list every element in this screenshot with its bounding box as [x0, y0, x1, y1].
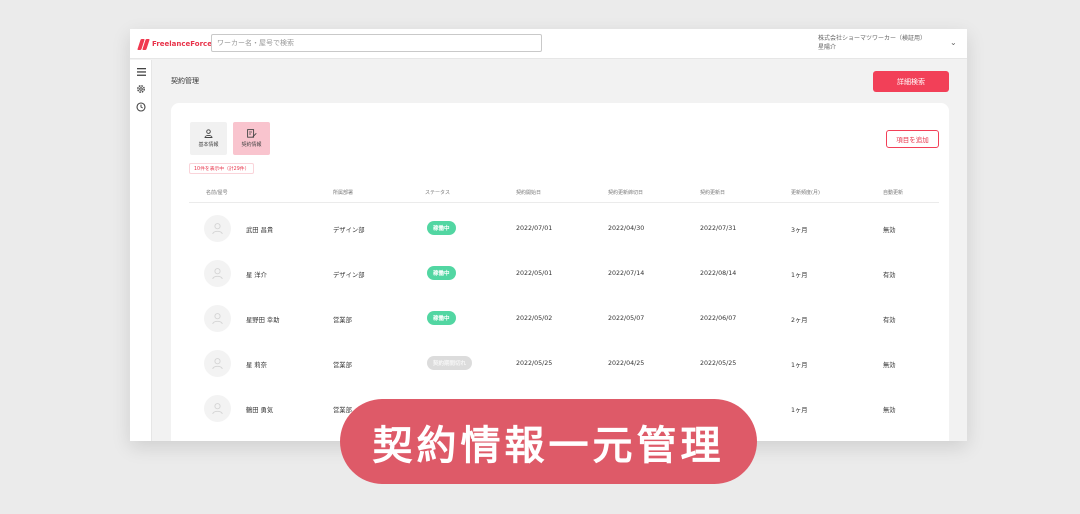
sidebar — [130, 60, 152, 441]
status-badge: 契約期間切れ — [427, 356, 473, 370]
person-icon — [212, 403, 223, 415]
table-row[interactable]: 星 莉奈 営業部 契約期間切れ 2022/05/25 2022/04/25 20… — [189, 343, 939, 388]
logo-text: FreelanceForce — [152, 40, 212, 48]
department: 営業部 — [333, 317, 352, 324]
table-row[interactable]: 星野田 幸助 営業部 稼働中 2022/05/02 2022/05/07 202… — [189, 298, 939, 343]
logo-mark-icon — [137, 38, 150, 50]
status-badge: 稼働中 — [427, 266, 456, 280]
tab-contract-label: 契約情報 — [241, 142, 262, 148]
page-title: 契約管理 — [171, 77, 199, 85]
column-header-auto-renew[interactable]: 自動更新 — [883, 189, 903, 196]
person-icon — [204, 129, 213, 138]
department: デザイン部 — [333, 272, 365, 279]
renewal-frequency: 1ヶ月 — [791, 407, 808, 414]
person-icon — [212, 358, 223, 370]
result-count-badge: 10件を表示中（計29件） — [189, 163, 255, 174]
department: 営業部 — [333, 362, 352, 369]
start-date: 2022/05/25 — [516, 360, 553, 367]
auto-renew: 無効 — [883, 407, 896, 414]
renewal-date: 2022/07/31 — [700, 225, 737, 232]
status-badge: 稼働中 — [427, 311, 456, 325]
auto-renew: 無効 — [883, 362, 896, 369]
add-item-button[interactable]: 項目を追加 — [886, 130, 939, 148]
tab-contract-info[interactable]: 契約情報 — [233, 122, 270, 155]
renewal-date: 2022/06/07 — [700, 315, 737, 322]
company-name: 株式会社ショーマツワーカー（検証用） — [818, 35, 927, 42]
table-header: 名前/屋号 所属部署 ステータス 契約開始日 契約更新締切日 契約更新日 更新頻… — [189, 181, 939, 203]
clock-icon[interactable] — [134, 100, 148, 114]
contract-edit-icon — [246, 129, 257, 138]
renewal-frequency: 1ヶ月 — [791, 362, 808, 369]
auto-renew: 有効 — [883, 272, 896, 279]
column-header-frequency[interactable]: 更新頻度(月) — [791, 189, 820, 196]
column-header-deadline[interactable]: 契約更新締切日 — [608, 189, 643, 196]
detail-search-button[interactable]: 詳細検索 — [873, 71, 949, 92]
column-header-status[interactable]: ステータス — [425, 189, 450, 196]
top-header: FreelanceForce 株式会社ショーマツワーカー（検証用） 星陽介 ⌄ — [130, 29, 967, 59]
user-name: 星陽介 — [818, 44, 837, 51]
table-row[interactable]: 武田 昌貴 デザイン部 稼働中 2022/07/01 2022/04/30 20… — [189, 208, 939, 253]
column-header-department[interactable]: 所属部署 — [333, 189, 353, 196]
worker-name[interactable]: 星 莉奈 — [246, 360, 267, 369]
tab-basic-info[interactable]: 基本情報 — [190, 122, 227, 155]
status-badge: 稼働中 — [427, 221, 456, 235]
avatar — [204, 350, 231, 377]
column-header-start-date[interactable]: 契約開始日 — [516, 189, 541, 196]
renewal-frequency: 2ヶ月 — [791, 317, 808, 324]
chevron-down-icon[interactable]: ⌄ — [950, 38, 957, 47]
renewal-date: 2022/05/25 — [700, 360, 737, 367]
person-icon — [212, 313, 223, 325]
feature-banner: 契約情報一元管理 — [340, 399, 757, 484]
department: デザイン部 — [333, 227, 365, 234]
app-logo[interactable]: FreelanceForce — [137, 37, 212, 51]
worker-name[interactable]: 鶴田 勇気 — [246, 405, 273, 414]
app-window: FreelanceForce 株式会社ショーマツワーカー（検証用） 星陽介 ⌄ … — [130, 29, 967, 441]
department: 営業部 — [333, 407, 352, 414]
worker-name[interactable]: 武田 昌貴 — [246, 225, 273, 234]
table-row[interactable]: 星 洋介 デザイン部 稼働中 2022/05/01 2022/07/14 202… — [189, 253, 939, 298]
renewal-frequency: 1ヶ月 — [791, 272, 808, 279]
person-icon — [212, 223, 223, 235]
contract-panel: 基本情報 契約情報 10件を表示中（計29件） 項目を追加 名前/屋号 所属部署… — [171, 103, 949, 441]
avatar — [204, 305, 231, 332]
start-date: 2022/05/01 — [516, 270, 553, 277]
start-date: 2022/05/02 — [516, 315, 553, 322]
worker-name[interactable]: 星 洋介 — [246, 270, 267, 279]
person-icon — [212, 268, 223, 280]
column-header-renewal-date[interactable]: 契約更新日 — [700, 189, 725, 196]
account-menu[interactable]: 株式会社ショーマツワーカー（検証用） 星陽介 — [818, 34, 926, 52]
avatar — [204, 260, 231, 287]
column-header-name[interactable]: 名前/屋号 — [206, 189, 228, 196]
auto-renew: 無効 — [883, 227, 896, 234]
avatar — [204, 215, 231, 242]
gear-icon[interactable] — [134, 82, 148, 96]
renewal-deadline: 2022/07/14 — [608, 270, 645, 277]
worker-name[interactable]: 星野田 幸助 — [246, 315, 280, 324]
search-input[interactable] — [211, 34, 542, 52]
renewal-frequency: 3ヶ月 — [791, 227, 808, 234]
auto-renew: 有効 — [883, 317, 896, 324]
start-date: 2022/07/01 — [516, 225, 553, 232]
menu-icon[interactable] — [134, 65, 148, 79]
renewal-date: 2022/08/14 — [700, 270, 737, 277]
renewal-deadline: 2022/04/25 — [608, 360, 645, 367]
avatar — [204, 395, 231, 422]
tab-basic-label: 基本情報 — [198, 142, 219, 148]
renewal-deadline: 2022/04/30 — [608, 225, 645, 232]
renewal-deadline: 2022/05/07 — [608, 315, 645, 322]
